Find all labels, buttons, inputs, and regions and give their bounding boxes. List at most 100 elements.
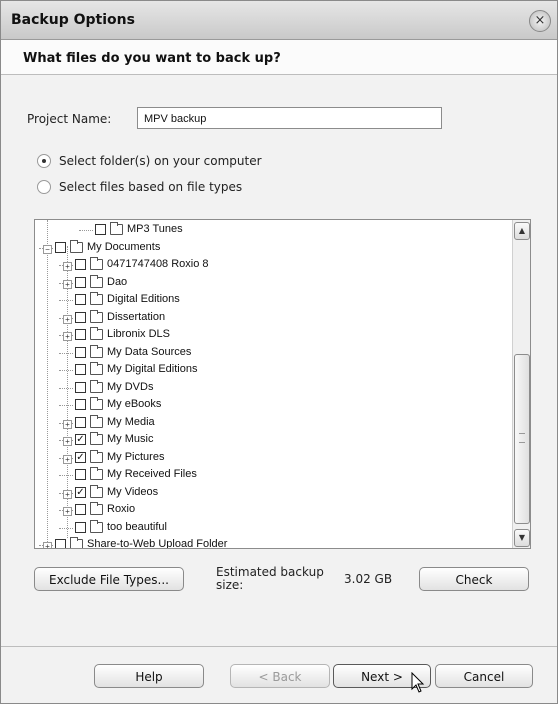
tree-row[interactable]: My eBooks [35, 397, 511, 414]
folder-checkbox[interactable] [55, 241, 66, 253]
folder-icon [90, 467, 103, 480]
tree-item-label[interactable]: My Media [107, 416, 155, 428]
tree-scrollbar[interactable]: ▲ ▼ [512, 220, 530, 548]
tree-connector [59, 475, 73, 476]
folder-checkbox[interactable]: ✓ [75, 486, 86, 498]
tree-item-label[interactable]: Dao [107, 276, 127, 288]
tree-row[interactable]: + Share-to-Web Upload Folder [35, 537, 511, 548]
documents-folder-icon [70, 239, 83, 253]
folder-checkbox[interactable] [75, 504, 86, 515]
folder-icon [90, 502, 103, 515]
scroll-up-icon[interactable]: ▲ [514, 222, 530, 240]
folder-checkbox[interactable]: ✓ [75, 451, 86, 463]
estimated-size-label: Estimated backup size: [216, 565, 324, 592]
tree-row[interactable]: My Digital Editions [35, 362, 511, 379]
tree-item-label[interactable]: My Received Files [107, 468, 197, 480]
folder-icon [90, 414, 103, 428]
file-types-radio[interactable] [37, 180, 51, 194]
folder-checkbox[interactable] [75, 416, 86, 428]
tree-item-label[interactable]: My Videos [107, 486, 158, 498]
check-button[interactable]: Check [419, 567, 529, 591]
back-button[interactable]: < Back [230, 664, 330, 688]
tree-row[interactable]: + Dissertation [35, 309, 511, 327]
collapse-icon[interactable]: − [43, 244, 52, 254]
expand-icon[interactable]: + [63, 437, 72, 446]
folder-checkbox[interactable] [95, 224, 106, 235]
tree-item-label[interactable]: My DVDs [107, 381, 153, 393]
close-button[interactable]: × [529, 10, 551, 32]
expand-icon[interactable]: + [63, 279, 72, 289]
scrollbar-thumb[interactable] [514, 354, 530, 524]
folder-checkbox[interactable] [75, 346, 86, 358]
tree-row[interactable]: + My Media [35, 414, 511, 432]
mouse-pointer-icon [411, 672, 425, 693]
folders-radio-label[interactable]: Select folder(s) on your computer [59, 154, 262, 168]
tree-item-label[interactable]: MP3 Tunes [127, 223, 183, 235]
folder-checkbox[interactable] [55, 539, 66, 548]
folder-checkbox[interactable] [75, 521, 86, 533]
folder-checkbox[interactable] [75, 364, 86, 375]
tree-connector [59, 387, 73, 389]
tree-item-label[interactable]: Libronix DLS [107, 328, 170, 340]
tree-connector [79, 230, 93, 231]
tree-item-label[interactable]: too beautiful [107, 521, 167, 533]
data-sources-folder-icon [90, 344, 103, 358]
estimated-size-value: 3.02 GB [344, 572, 393, 586]
folder-checkbox[interactable] [75, 259, 86, 270]
folder-checkbox[interactable] [75, 311, 86, 323]
tree-row[interactable]: + Libronix DLS [35, 327, 511, 344]
tree-row[interactable]: + Roxio [35, 502, 511, 519]
tree-connector [59, 527, 73, 529]
tree-connector [59, 352, 73, 354]
tree-item-label[interactable]: My Pictures [107, 451, 164, 463]
folder-icon [110, 222, 123, 235]
tree-row[interactable]: − My Documents [35, 239, 511, 257]
folder-checkbox[interactable] [75, 381, 86, 393]
tree-row[interactable]: + ✓ My Videos [35, 484, 511, 502]
expand-icon[interactable]: + [43, 542, 52, 548]
expand-icon[interactable]: + [63, 507, 72, 516]
expand-icon[interactable]: + [63, 262, 72, 271]
help-button[interactable]: Help [94, 664, 204, 688]
tree-item-label[interactable]: My Documents [87, 241, 160, 253]
file-types-radio-label[interactable]: Select files based on file types [59, 180, 242, 194]
project-name-input[interactable]: MPV backup [137, 107, 442, 129]
pictures-folder-icon [90, 449, 103, 463]
folder-checkbox[interactable] [75, 399, 86, 410]
expand-icon[interactable]: + [63, 454, 72, 464]
title-bar[interactable]: Backup Options × [1, 1, 557, 40]
tree-row[interactable]: + ✓ My Music [35, 432, 511, 449]
folders-radio[interactable] [37, 154, 51, 168]
tree-row[interactable]: too beautiful [35, 519, 511, 537]
expand-icon[interactable]: + [63, 489, 72, 499]
folder-checkbox[interactable] [75, 469, 86, 480]
tree-row[interactable]: + Dao [35, 274, 511, 292]
folder-checkbox[interactable] [75, 276, 86, 288]
tree-item-label[interactable]: 0471747408 Roxio 8 [107, 258, 209, 270]
expand-icon[interactable]: + [63, 332, 72, 341]
tree-item-label[interactable]: Dissertation [107, 311, 165, 323]
folder-tree: MP3 Tunes − My Documents +0471747408 Roxio … [34, 219, 531, 549]
tree-item-label[interactable]: My Music [107, 433, 153, 445]
tree-row[interactable]: My Received Files [35, 467, 511, 484]
tree-item-label[interactable]: Roxio [107, 503, 135, 515]
tree-item-label[interactable]: My Data Sources [107, 346, 191, 358]
tree-row[interactable]: +0471747408 Roxio 8 [35, 257, 511, 274]
tree-item-label[interactable]: My Digital Editions [107, 363, 197, 375]
cancel-button[interactable]: Cancel [435, 664, 533, 688]
tree-item-label[interactable]: Share-to-Web Upload Folder [87, 538, 227, 548]
scroll-down-icon[interactable]: ▼ [514, 529, 530, 547]
folder-checkbox[interactable]: ✓ [75, 434, 86, 445]
tree-row[interactable]: My Data Sources [35, 344, 511, 362]
folder-checkbox[interactable] [75, 329, 86, 340]
tree-row[interactable]: Digital Editions [35, 292, 511, 309]
tree-item-label[interactable]: My eBooks [107, 398, 161, 410]
expand-icon[interactable]: + [63, 314, 72, 324]
folder-checkbox[interactable] [75, 294, 86, 305]
tree-item-label[interactable]: Digital Editions [107, 293, 180, 305]
tree-row[interactable]: + ✓ My Pictures [35, 449, 511, 467]
exclude-file-types-button[interactable]: Exclude File Types... [34, 567, 184, 591]
expand-icon[interactable]: + [63, 419, 72, 429]
tree-row[interactable]: My DVDs [35, 379, 511, 397]
tree-row[interactable]: MP3 Tunes [35, 222, 511, 239]
